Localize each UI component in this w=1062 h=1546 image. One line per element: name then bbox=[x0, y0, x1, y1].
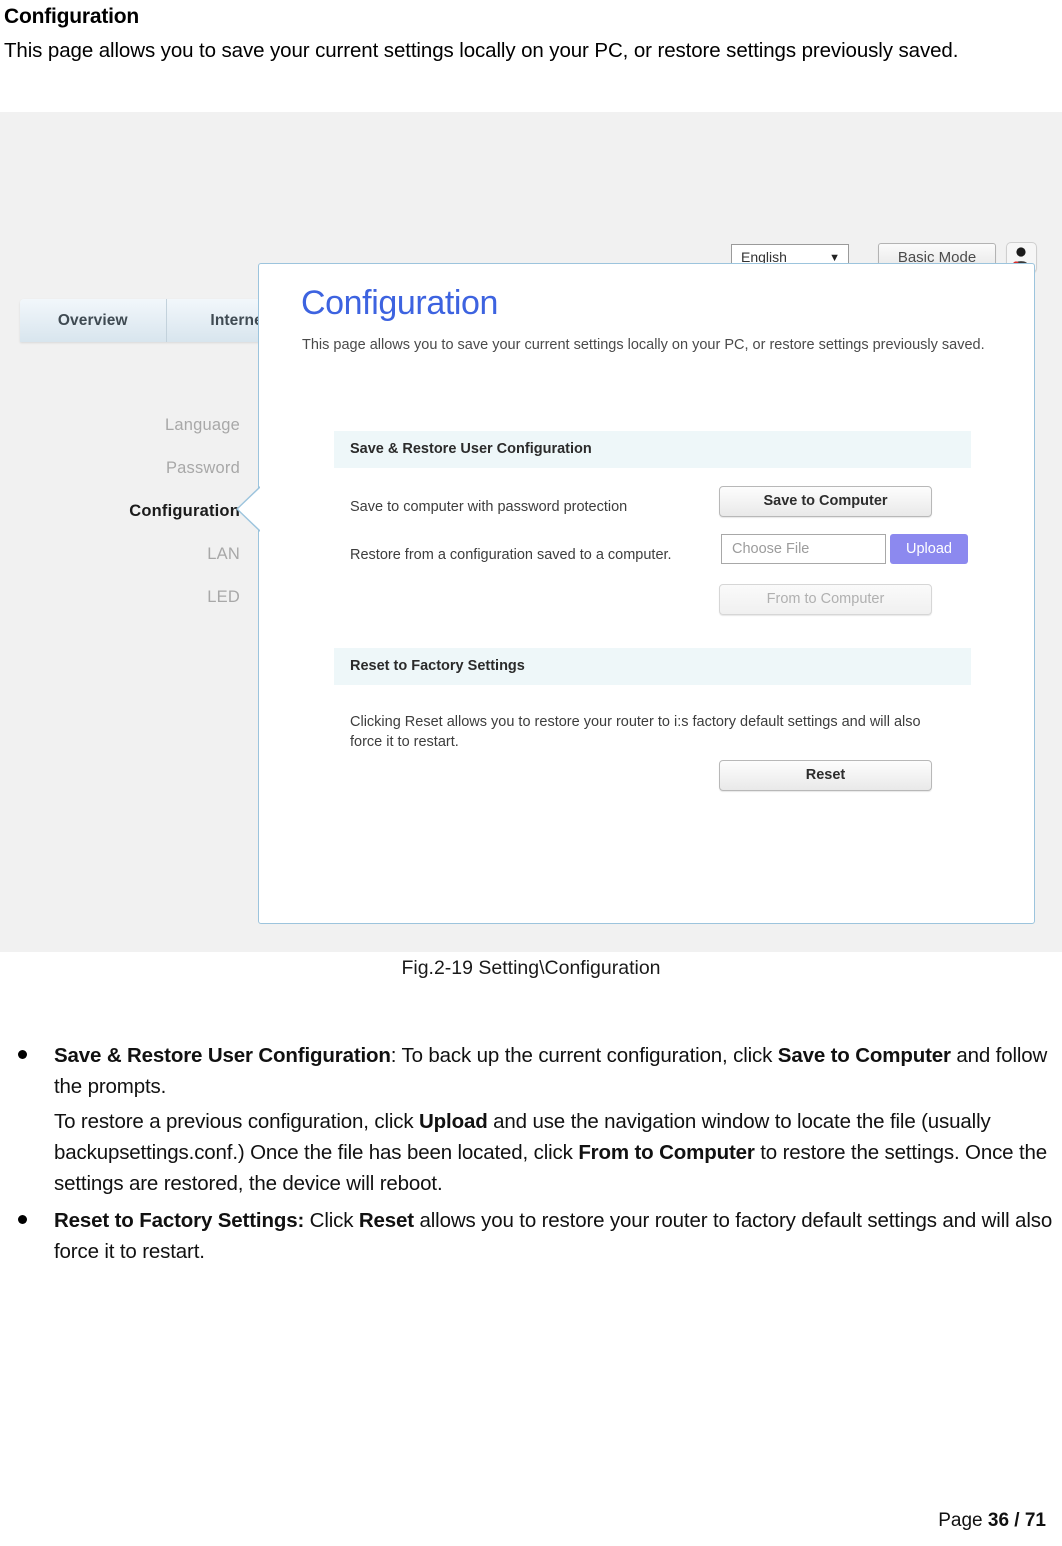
panel-description: This page allows you to save your curren… bbox=[302, 337, 985, 353]
configuration-panel: Configuration This page allows you to sa… bbox=[236, 263, 1035, 924]
bullet-text-save-restore: Save & Restore User Configuration: To ba… bbox=[54, 1040, 1062, 1102]
settings-sidebar: Language Password Configuration LAN LED bbox=[100, 404, 240, 619]
bullet-strong-save-to-computer: Save to Computer bbox=[777, 1044, 951, 1067]
bullet-strong-reset: Reset bbox=[358, 1209, 414, 1232]
bullet-dot-icon bbox=[18, 1215, 27, 1224]
sidebar-item-lan[interactable]: LAN bbox=[100, 533, 240, 576]
sub-paragraph-restore-instructions: To restore a previous configuration, cli… bbox=[0, 1106, 1062, 1199]
panel-title: Configuration bbox=[301, 284, 499, 322]
list-item: Save & Restore User Configuration: To ba… bbox=[0, 1040, 1062, 1102]
save-to-computer-button[interactable]: Save to Computer bbox=[719, 486, 932, 517]
figure-router-ui-screenshot: English ▼ Basic Mode Overview Internet W… bbox=[0, 112, 1062, 952]
choose-file-input[interactable]: Choose File bbox=[721, 534, 886, 564]
upload-button[interactable]: Upload bbox=[890, 534, 968, 564]
sub-para-strong-upload: Upload bbox=[419, 1110, 488, 1133]
list-item: Reset to Factory Settings: Click Reset a… bbox=[0, 1205, 1062, 1267]
bullet-body-1: To back up the current configuration, cl… bbox=[401, 1044, 778, 1067]
bullet-term-save-restore: Save & Restore User Configuration bbox=[54, 1044, 391, 1067]
page-intro-text: This page allows you to save your curren… bbox=[4, 39, 959, 62]
bullet-body-1: Click bbox=[309, 1209, 359, 1232]
sidebar-item-configuration[interactable]: Configuration bbox=[100, 490, 240, 533]
from-to-computer-button[interactable]: From to Computer bbox=[719, 584, 932, 615]
sub-para-part-1: To restore a previous configuration, cli… bbox=[54, 1110, 420, 1133]
footer-page-label: Page bbox=[938, 1510, 988, 1531]
footer-current-page: 36 bbox=[987, 1510, 1010, 1531]
footer-separator: / bbox=[1009, 1510, 1025, 1531]
label-save-to-computer: Save to computer with password protectio… bbox=[350, 499, 628, 515]
bullet-term-suffix: : bbox=[390, 1044, 402, 1067]
tab-overview[interactable]: Overview bbox=[20, 299, 167, 342]
section-header-reset-factory: Reset to Factory Settings bbox=[334, 648, 971, 685]
panel-pointer-notch bbox=[236, 486, 260, 532]
reset-description: Clicking Reset allows you to restore you… bbox=[350, 714, 921, 750]
sub-para-strong-from-to-computer: From to Computer bbox=[578, 1141, 755, 1164]
page-title: Configuration bbox=[4, 5, 140, 28]
reset-button[interactable]: Reset bbox=[719, 760, 932, 791]
figure-caption: Fig.2-19 Setting\Configuration bbox=[401, 957, 661, 979]
document-page: Configuration This page allows you to sa… bbox=[0, 4, 1062, 1546]
sidebar-item-password[interactable]: Password bbox=[100, 447, 240, 490]
sidebar-item-led[interactable]: LED bbox=[100, 576, 240, 619]
label-restore-from-config: Restore from a configuration saved to a … bbox=[350, 547, 672, 563]
bullet-dot-icon bbox=[18, 1050, 27, 1059]
bullet-term-reset-factory: Reset to Factory Settings: bbox=[54, 1209, 305, 1232]
bullet-text-reset-factory: Reset to Factory Settings: Click Reset a… bbox=[54, 1205, 1062, 1267]
page-footer: Page 36 / 71 bbox=[938, 1510, 1046, 1532]
section-header-save-restore: Save & Restore User Configuration bbox=[334, 431, 971, 468]
footer-total-pages: 71 bbox=[1024, 1510, 1046, 1531]
sidebar-item-language[interactable]: Language bbox=[100, 404, 240, 447]
bullet-list: Save & Restore User Configuration: To ba… bbox=[0, 1040, 1062, 1269]
